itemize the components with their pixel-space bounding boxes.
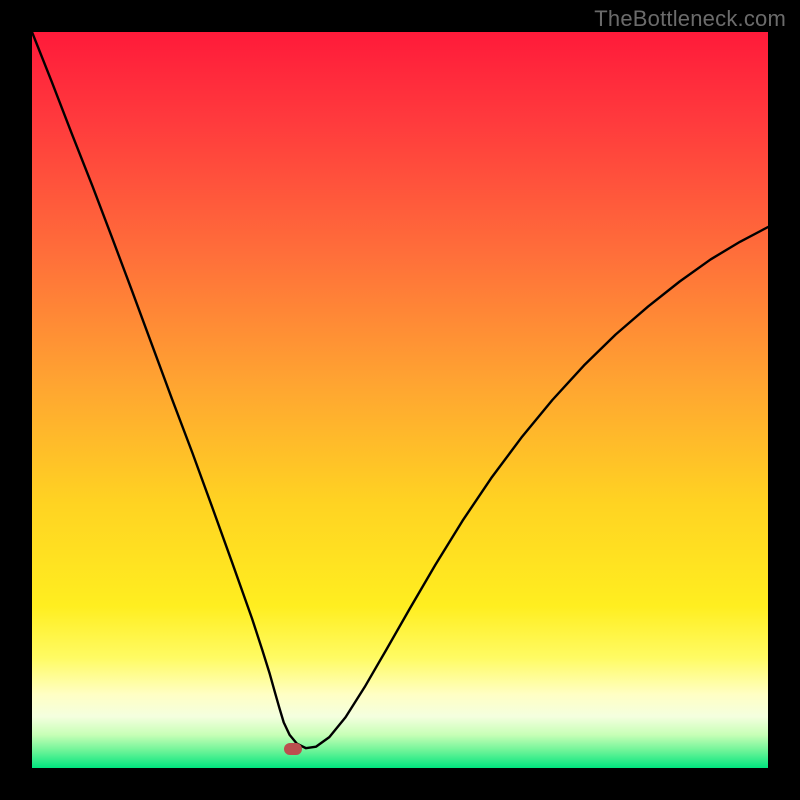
gradient-background [32,32,768,768]
plot-area [32,32,768,768]
bottleneck-curve [32,32,768,768]
watermark-text: TheBottleneck.com [594,6,786,32]
optimum-marker [284,743,302,755]
chart-frame: TheBottleneck.com [0,0,800,800]
